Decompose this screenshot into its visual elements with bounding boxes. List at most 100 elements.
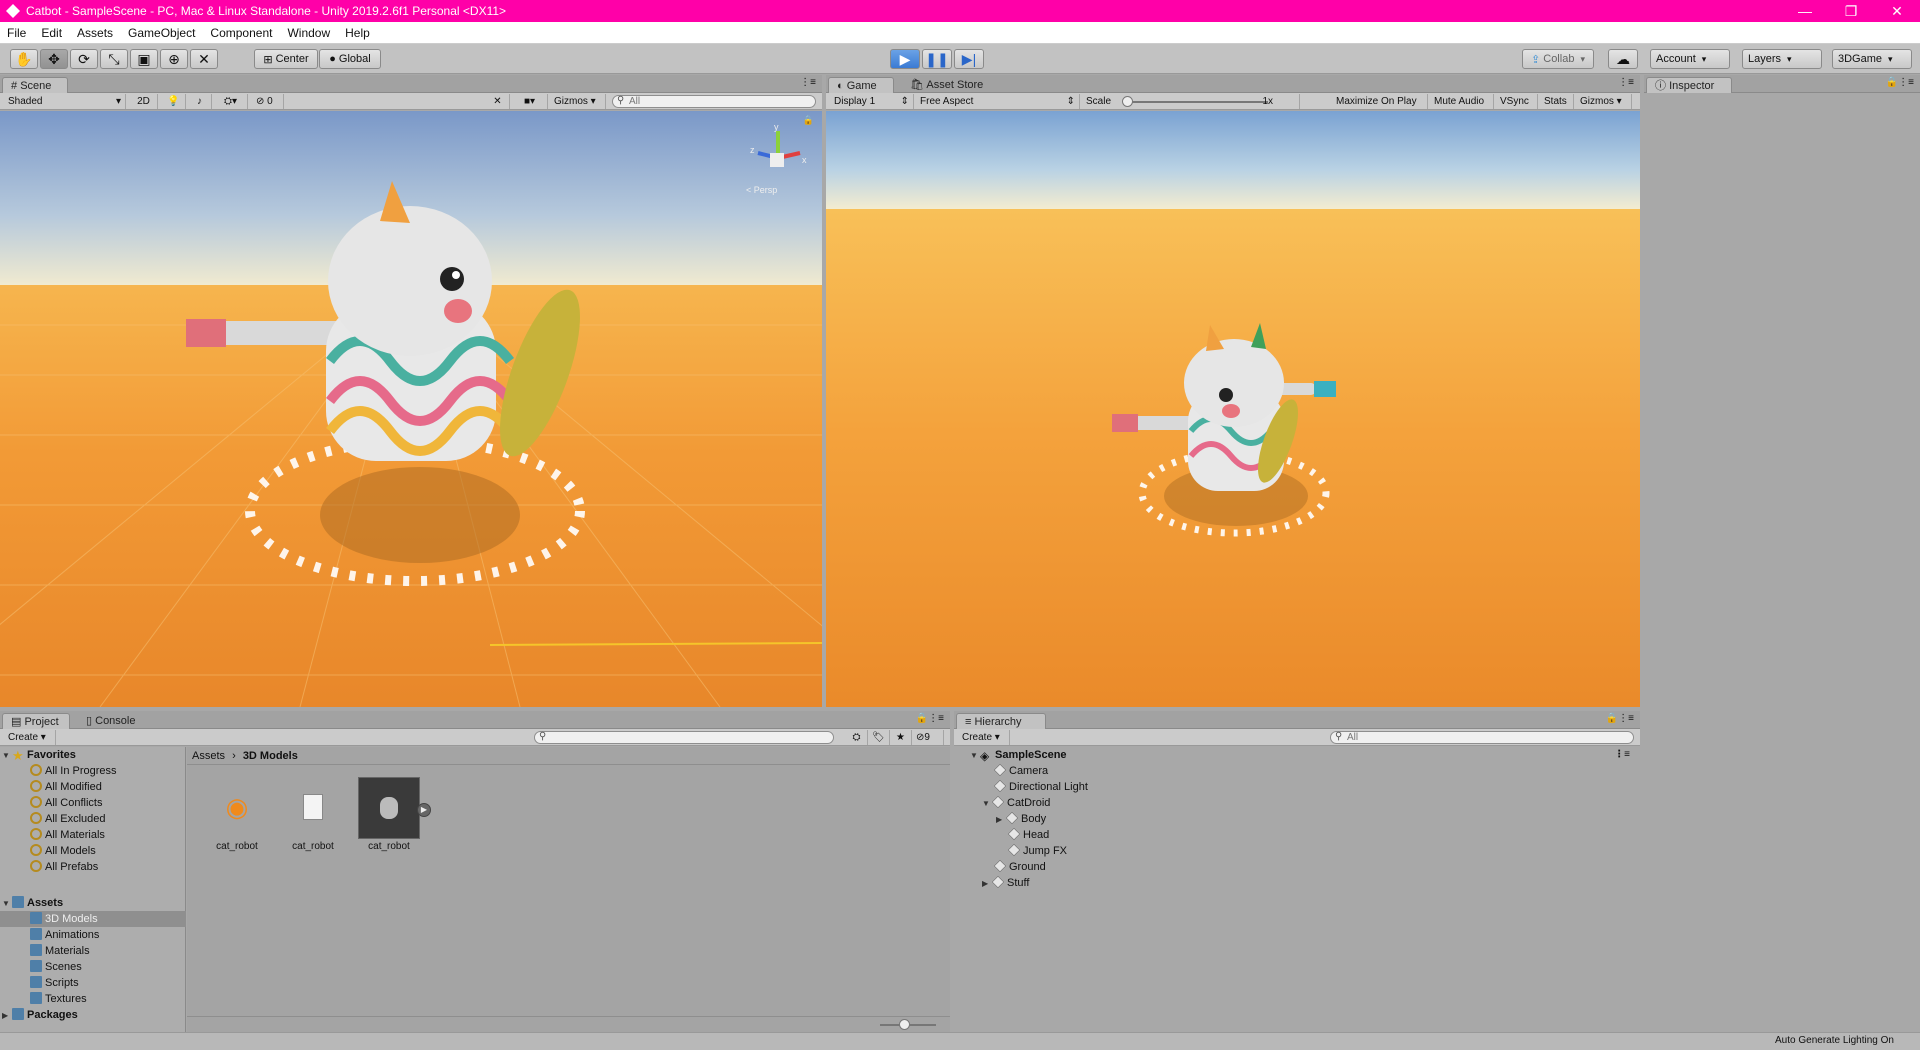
account-dropdown[interactable]: Account bbox=[1650, 49, 1730, 69]
hidden-objects-toggle[interactable]: ⊘ 0 bbox=[252, 94, 284, 109]
hierarchy-item[interactable]: Camera bbox=[993, 763, 1048, 779]
search-by-type-button[interactable]: ⛭ bbox=[846, 730, 868, 745]
favorite-item[interactable]: All Modified bbox=[30, 779, 102, 795]
stats-toggle[interactable]: Stats bbox=[1540, 94, 1574, 109]
asset-item[interactable]: ◉ cat_robot bbox=[205, 777, 269, 853]
menu-window[interactable]: Window bbox=[280, 26, 338, 40]
hierarchy-search-input[interactable]: All bbox=[1330, 731, 1634, 744]
maximize-button[interactable]: ❐ bbox=[1828, 0, 1874, 22]
inspector-menu-icon[interactable]: ⋮≡ bbox=[1898, 77, 1914, 88]
folder-item[interactable]: Textures bbox=[30, 991, 87, 1007]
game-gizmos-dropdown[interactable]: Gizmos ▾ bbox=[1576, 94, 1632, 109]
minimize-button[interactable]: — bbox=[1782, 0, 1828, 22]
panel-menu-icon[interactable]: ⋮≡ bbox=[800, 77, 816, 88]
cat-robot-model-scene[interactable] bbox=[0, 111, 822, 707]
game-panel-menu-icon[interactable]: ⋮≡ bbox=[1618, 77, 1634, 88]
folder-item-selected[interactable]: 3D Models bbox=[0, 911, 186, 927]
scene-search-input[interactable]: All bbox=[612, 95, 816, 108]
scene-root[interactable]: ▼ ◈ SampleScene ⋮≡ bbox=[970, 747, 1630, 763]
folder-item[interactable]: Scenes bbox=[30, 959, 82, 975]
collab-button[interactable]: ⇪ Collab bbox=[1522, 49, 1594, 69]
pivot-space-button[interactable]: ● Global bbox=[319, 49, 381, 69]
rotate-tool-button[interactable]: ⟳ bbox=[70, 49, 98, 69]
tab-project[interactable]: ▤ Project bbox=[2, 713, 70, 729]
orientation-gizmo[interactable]: y x z < Persp bbox=[740, 122, 810, 195]
hand-tool-button[interactable]: ✋ bbox=[10, 49, 38, 69]
favorite-item[interactable]: All Prefabs bbox=[30, 859, 98, 875]
audio-toggle[interactable]: ♪ bbox=[188, 94, 212, 109]
layers-dropdown[interactable]: Layers bbox=[1742, 49, 1822, 69]
lock-icon[interactable]: 🔒 bbox=[803, 115, 814, 126]
scene-gizmos-dropdown[interactable]: Gizmos ▾ bbox=[550, 94, 606, 109]
menu-edit[interactable]: Edit bbox=[34, 26, 70, 40]
project-search-input[interactable] bbox=[534, 731, 834, 744]
scene-options-icon[interactable]: ⋮≡ bbox=[1614, 747, 1630, 763]
icon-size-thumb[interactable] bbox=[899, 1019, 910, 1030]
folder-item[interactable]: Animations bbox=[30, 927, 99, 943]
transform-tool-button[interactable]: ⊕ bbox=[160, 49, 188, 69]
asset-item[interactable]: cat_robot bbox=[281, 777, 345, 852]
pause-button[interactable]: ❚❚ bbox=[922, 49, 952, 69]
project-menu-icon[interactable]: ⋮≡ bbox=[928, 713, 944, 724]
close-button[interactable]: ✕ bbox=[1874, 0, 1920, 22]
hierarchy-menu-icon[interactable]: ⋮≡ bbox=[1618, 713, 1634, 724]
custom-tool-button[interactable]: ✕ bbox=[190, 49, 218, 69]
vsync-toggle[interactable]: VSync bbox=[1496, 94, 1538, 109]
folder-item[interactable]: Scripts bbox=[30, 975, 79, 991]
scene-tools-button[interactable]: ✕ bbox=[486, 94, 510, 109]
hierarchy-item[interactable]: Ground bbox=[993, 859, 1046, 875]
breadcrumb-3d-models[interactable]: 3D Models bbox=[243, 750, 298, 762]
search-by-label-button[interactable]: 🏷 bbox=[868, 730, 890, 745]
favorite-item[interactable]: All Conflicts bbox=[30, 795, 102, 811]
hierarchy-item[interactable]: Head bbox=[1007, 827, 1049, 843]
tab-console[interactable]: ▯ Console bbox=[78, 713, 143, 729]
cloud-button[interactable]: ☁ bbox=[1608, 49, 1638, 69]
menu-file[interactable]: File bbox=[0, 26, 34, 40]
shading-dropdown[interactable]: Shaded ▾ bbox=[4, 94, 126, 109]
menu-gameobject[interactable]: GameObject bbox=[121, 26, 203, 40]
scale-slider[interactable]: Scale 1x bbox=[1082, 94, 1300, 109]
folder-item[interactable]: Materials bbox=[30, 943, 90, 959]
hierarchy-lock-icon[interactable]: 🔒 bbox=[1606, 713, 1618, 724]
favorite-item[interactable]: All Excluded bbox=[30, 811, 106, 827]
favorites-filter-button[interactable]: ★ bbox=[890, 730, 912, 745]
game-viewport[interactable] bbox=[826, 111, 1640, 707]
tab-scene[interactable]: # Scene bbox=[2, 77, 68, 93]
play-button[interactable]: ▶ bbox=[890, 49, 920, 69]
hierarchy-create-dropdown[interactable]: Create ▾ bbox=[958, 730, 1010, 745]
maximize-on-play-toggle[interactable]: Maximize On Play bbox=[1332, 94, 1428, 109]
rect-tool-button[interactable]: ▣ bbox=[130, 49, 158, 69]
project-create-dropdown[interactable]: Create ▾ bbox=[4, 730, 56, 745]
tab-hierarchy[interactable]: ≡ Hierarchy bbox=[956, 713, 1046, 729]
menu-assets[interactable]: Assets bbox=[70, 26, 121, 40]
tab-asset-store[interactable]: 🛍 Asset Store bbox=[902, 77, 991, 93]
aspect-dropdown[interactable]: Free Aspect ⇕ bbox=[916, 94, 1080, 109]
tab-inspector[interactable]: ⓘ Inspector bbox=[1646, 77, 1732, 93]
favorite-item[interactable]: All In Progress bbox=[30, 763, 117, 779]
layout-dropdown[interactable]: 3DGame bbox=[1832, 49, 1912, 69]
hierarchy-item[interactable]: ▶ Stuff bbox=[982, 875, 1029, 891]
hidden-packages-toggle[interactable]: ⊘9 bbox=[912, 730, 944, 745]
lighting-status[interactable]: Auto Generate Lighting On bbox=[1775, 1035, 1894, 1046]
mute-audio-toggle[interactable]: Mute Audio bbox=[1430, 94, 1494, 109]
favorite-item[interactable]: All Models bbox=[30, 843, 96, 859]
hierarchy-item[interactable]: Directional Light bbox=[993, 779, 1088, 795]
camera-dropdown[interactable]: ■▾ bbox=[512, 94, 548, 109]
favorite-item[interactable]: All Materials bbox=[30, 827, 105, 843]
project-lock-icon[interactable]: 🔒 bbox=[916, 713, 928, 724]
effects-dropdown[interactable]: ⛭▾ bbox=[214, 94, 248, 109]
scale-tool-button[interactable]: ⤡ bbox=[100, 49, 128, 69]
step-button[interactable]: ▶| bbox=[954, 49, 984, 69]
display-dropdown[interactable]: Display 1 ⇕ bbox=[830, 94, 914, 109]
hierarchy-item[interactable]: ▶ Body bbox=[996, 811, 1046, 827]
assets-header[interactable]: ▼ Assets bbox=[2, 895, 63, 911]
2d-toggle[interactable]: 2D bbox=[130, 94, 158, 109]
move-tool-button[interactable]: ✥ bbox=[40, 49, 68, 69]
expand-model-icon[interactable]: ▶ bbox=[417, 803, 431, 817]
scale-thumb[interactable] bbox=[1122, 96, 1133, 107]
favorites-header[interactable]: ▼ ★ Favorites bbox=[2, 747, 76, 763]
lighting-toggle[interactable]: 💡 bbox=[162, 94, 186, 109]
breadcrumb-assets[interactable]: Assets bbox=[192, 750, 225, 762]
inspector-lock-icon[interactable]: 🔒 bbox=[1886, 77, 1898, 88]
pivot-mode-button[interactable]: ⊞ Center bbox=[254, 49, 318, 69]
